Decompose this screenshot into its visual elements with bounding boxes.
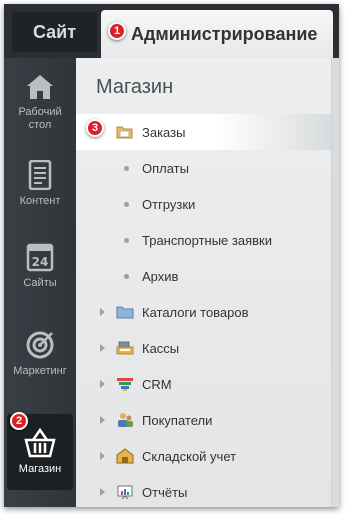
target-icon [26,331,54,359]
sidebar-item-desktop[interactable]: Рабочий стол [4,64,76,140]
page-title: Магазин [96,76,174,98]
sidebar-item-label: Магазин [18,463,62,475]
menu-item-shipments[interactable]: Отгрузки [76,186,331,222]
warehouse-icon [116,448,134,464]
menu-section-catalogs[interactable]: Каталоги товаров [76,294,331,330]
menu-section-customers[interactable]: Покупатели [76,402,331,438]
bullet-icon [124,165,129,171]
menu-item-label: Складской учет [142,448,237,464]
menu-item-archive[interactable]: Архив [76,258,331,294]
sidebar-item-label: Рабочий стол [18,105,62,131]
cash-register-icon [116,341,134,355]
menu-section-warehouse[interactable]: Складской учет [76,438,331,474]
step-badge-2: 2 [10,412,28,430]
basket-icon [24,428,56,458]
bullet-icon [124,273,129,279]
menu-item-label: Заказы [142,124,186,140]
chevron-right-icon[interactable] [100,416,105,424]
svg-text:24: 24 [32,255,49,269]
menu-item-transport-requests[interactable]: Транспортные заявки [76,222,331,258]
step-badge-3: 3 [86,119,104,137]
sidebar-item-label: Контент [19,195,61,207]
report-icon [117,485,133,500]
folder-icon [116,306,134,319]
menu-section-cashboxes[interactable]: Кассы [76,330,331,366]
chevron-right-icon[interactable] [100,344,105,352]
sidebar-item-marketing[interactable]: Маркетинг [4,316,76,392]
users-icon [118,413,133,427]
document-icon [28,160,52,190]
chevron-right-icon[interactable] [100,488,105,496]
menu-item-label: Архив [142,268,179,284]
bullet-icon [124,201,129,207]
sidebar-item-label: Маркетинг [13,365,67,377]
left-sidebar: Рабочий стол Контент 24 Сайты Маркетинг … [4,58,76,507]
menu-item-label: Отчёты [142,484,188,500]
menu-item-label: Транспортные заявки [142,232,272,248]
home-icon [27,74,53,99]
menu-item-payments[interactable]: Оплаты [76,150,331,186]
menu-item-label: CRM [142,376,172,392]
scrollbar[interactable] [331,58,339,507]
tab-site[interactable]: Сайт [12,12,97,52]
funnel-icon [117,378,133,391]
folder-open-icon [116,126,133,139]
menu-item-label: Каталоги товаров [142,304,249,320]
bullet-icon [124,237,129,243]
menu-item-orders[interactable]: Заказы [76,114,331,150]
chevron-right-icon[interactable] [100,308,105,316]
calendar-icon: 24 [26,243,54,272]
menu-section-crm[interactable]: CRM [76,366,331,402]
menu-item-label: Покупатели [142,412,213,428]
sidebar-item-label: Сайты [23,277,57,289]
main-panel: Магазин Заказы Оплаты Отгрузки Транспорт… [76,58,339,507]
chevron-right-icon[interactable] [100,380,105,388]
menu-section-reports[interactable]: Отчёты [76,474,331,507]
chevron-right-icon[interactable] [100,452,105,460]
tab-administration-label: Администрирование [131,23,318,44]
tab-administration[interactable]: Администрирование [101,10,333,58]
step-badge-1: 1 [108,22,126,40]
app-window: Сайт Администрирование 1 Рабочий стол Ко… [4,4,339,507]
sidebar-item-content[interactable]: Контент [4,146,76,222]
menu-item-label: Кассы [142,340,180,356]
menu-item-label: Оплаты [142,160,189,176]
sidebar-item-sites[interactable]: 24 Сайты [4,228,76,304]
top-bar: Сайт Администрирование [4,4,339,58]
menu-item-label: Отгрузки [142,196,196,212]
